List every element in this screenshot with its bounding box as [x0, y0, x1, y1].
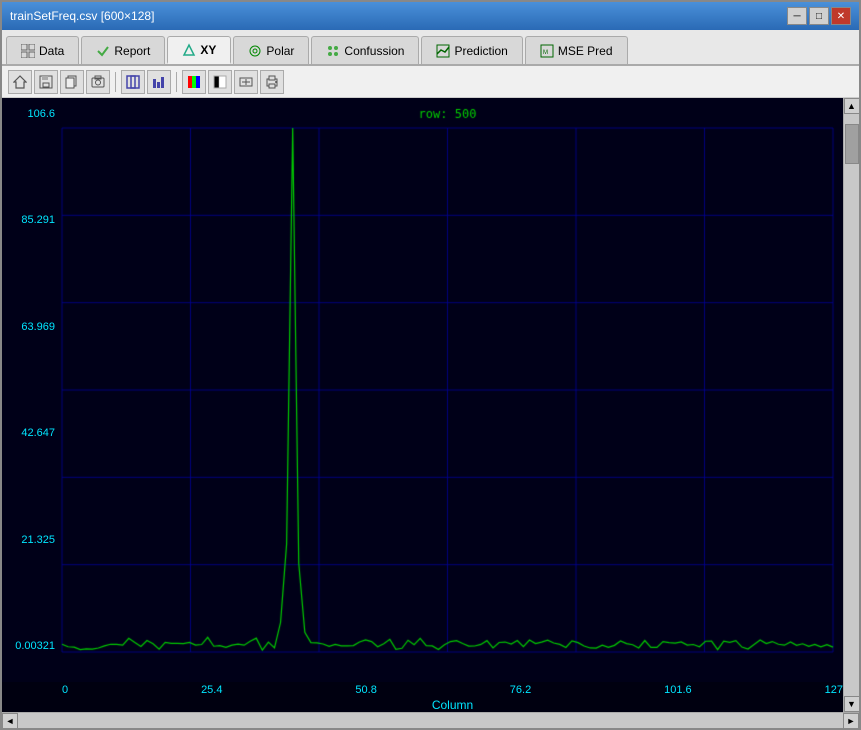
tab-mse-pred[interactable]: M MSE Pred — [525, 36, 628, 64]
tab-polar[interactable]: Polar — [233, 36, 309, 64]
color-button[interactable] — [182, 70, 206, 94]
vertical-scrollbar[interactable]: ▲ ▼ — [843, 98, 859, 712]
maximize-button[interactable]: □ — [809, 7, 829, 25]
tab-data-label: Data — [39, 44, 64, 58]
camera-button[interactable] — [86, 70, 110, 94]
x-label-1: 25.4 — [201, 684, 222, 696]
tab-report[interactable]: Report — [81, 36, 165, 64]
horizontal-scrollbar[interactable]: ◄ ► — [2, 712, 859, 728]
check-icon — [96, 44, 110, 58]
tabs-bar: Data Report XY Polar Con — [2, 30, 859, 66]
x-axis-title: Column — [62, 698, 843, 712]
tab-confussion-label: Confussion — [344, 44, 404, 58]
svg-text:M: M — [543, 50, 548, 56]
tab-confussion[interactable]: Confussion — [311, 36, 419, 64]
print-button[interactable] — [260, 70, 284, 94]
tab-mse-pred-label: MSE Pred — [558, 44, 613, 58]
copy-button[interactable] — [60, 70, 84, 94]
mse-icon: M — [540, 44, 554, 58]
y-v2-label: 63.969 — [21, 321, 55, 333]
toolbar-sep-2 — [176, 72, 177, 92]
toolbar-sep-1 — [115, 72, 116, 92]
tab-prediction[interactable]: Prediction — [421, 36, 522, 64]
tab-data[interactable]: Data — [6, 36, 79, 64]
x-label-0: 0 — [62, 684, 68, 696]
y-v3-label: 42.647 — [21, 427, 55, 439]
tab-xy[interactable]: XY — [167, 36, 231, 64]
x-axis-labels: 0 25.4 50.8 76.2 101.6 127 — [62, 682, 843, 698]
title-bar: trainSetFreq.csv [600×128] ─ □ ✕ — [2, 2, 859, 30]
bar-button[interactable] — [147, 70, 171, 94]
prediction-icon — [436, 44, 450, 58]
scroll-down-button[interactable]: ▼ — [844, 696, 860, 712]
label-button[interactable] — [234, 70, 258, 94]
scroll-left-button[interactable]: ◄ — [2, 713, 18, 729]
scroll-thumb[interactable] — [845, 124, 859, 164]
close-button[interactable]: ✕ — [831, 7, 851, 25]
window-controls: ─ □ ✕ — [787, 7, 851, 25]
x-label-4: 101.6 — [664, 684, 692, 696]
x-label-3: 76.2 — [510, 684, 531, 696]
tab-report-label: Report — [114, 44, 150, 58]
main-window: trainSetFreq.csv [600×128] ─ □ ✕ Data Re… — [0, 0, 861, 730]
x-label-5: 127 — [825, 684, 843, 696]
y-max-label: 106.6 — [27, 108, 55, 120]
scroll-h-track[interactable] — [18, 713, 843, 728]
scroll-up-button[interactable]: ▲ — [844, 98, 860, 114]
x-label-2: 50.8 — [355, 684, 376, 696]
chart-container: 106.6 85.291 63.969 42.647 21.325 0.0032… — [2, 98, 859, 712]
chart-icon — [182, 43, 196, 57]
zoom-button[interactable] — [121, 70, 145, 94]
polar-icon — [248, 44, 262, 58]
home-button[interactable] — [8, 70, 32, 94]
tab-xy-label: XY — [200, 43, 216, 57]
window-title: trainSetFreq.csv [600×128] — [10, 9, 154, 23]
tab-prediction-label: Prediction — [454, 44, 507, 58]
y-v1-label: 85.291 — [21, 214, 55, 226]
save-button[interactable] — [34, 70, 58, 94]
y-v4-label: 21.325 — [21, 534, 55, 546]
scroll-track[interactable] — [844, 114, 859, 696]
confusion-icon — [326, 44, 340, 58]
y-axis-labels: 106.6 85.291 63.969 42.647 21.325 0.0032… — [2, 108, 62, 652]
bw-button[interactable] — [208, 70, 232, 94]
scroll-right-button[interactable]: ► — [843, 713, 859, 729]
minimize-button[interactable]: ─ — [787, 7, 807, 25]
xy-chart — [2, 98, 843, 682]
y-min-label: 0.00321 — [15, 640, 55, 652]
toolbar — [2, 66, 859, 98]
x-axis-area: 0 25.4 50.8 76.2 101.6 127 Column — [62, 682, 843, 712]
tab-polar-label: Polar — [266, 44, 294, 58]
grid-icon — [21, 44, 35, 58]
